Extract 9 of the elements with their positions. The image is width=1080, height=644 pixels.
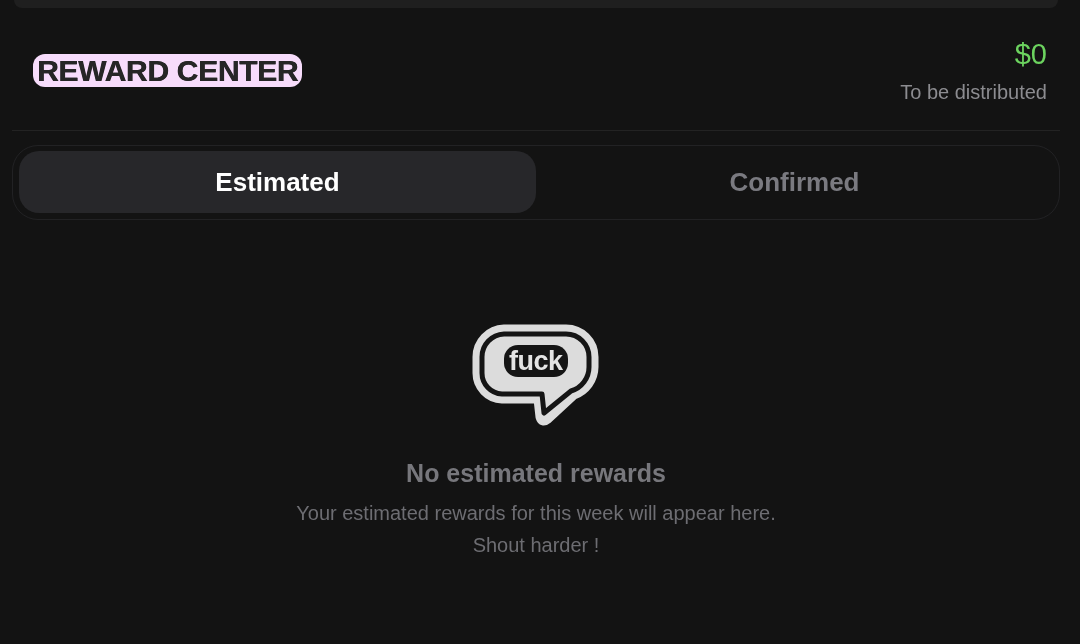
tab[interactable]: Confirmed bbox=[536, 151, 1053, 213]
empty-description: Shout harder ! bbox=[472, 533, 600, 558]
reward-center-title: REWARD CENTER bbox=[33, 54, 303, 87]
logo-text: fuck bbox=[504, 345, 568, 377]
amount-caption: To be distributed bbox=[900, 80, 1047, 104]
tab[interactable]: Estimated bbox=[19, 151, 536, 213]
amount-text: $0 bbox=[1014, 37, 1047, 71]
empty-description: Your estimated rewards for this week will appear here. bbox=[296, 501, 776, 526]
empty-title: No estimated rewards bbox=[406, 458, 666, 489]
